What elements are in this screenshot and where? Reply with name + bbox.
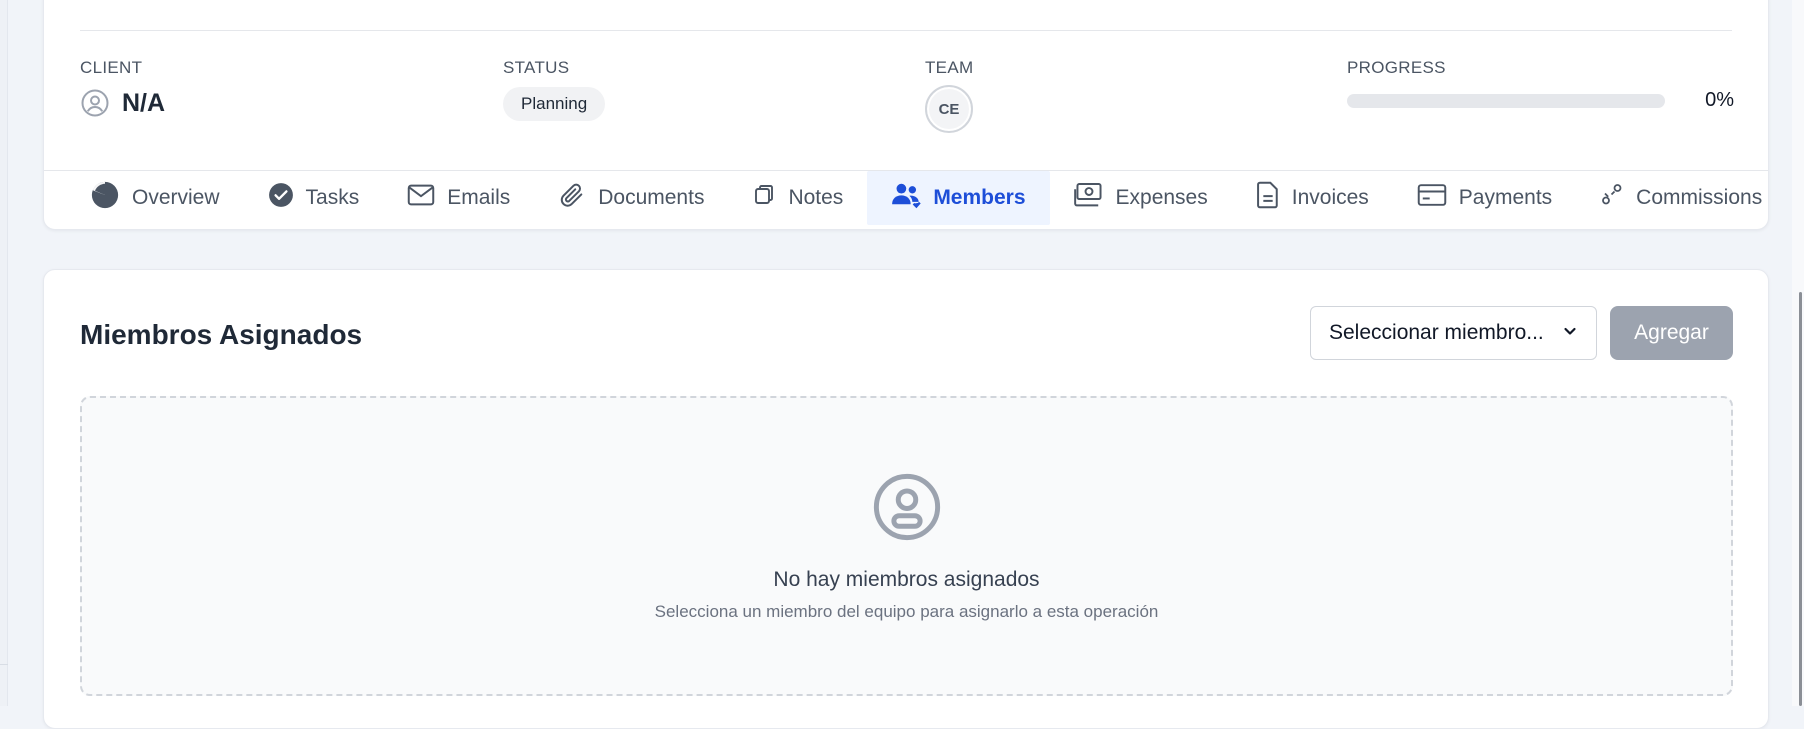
tab-label: Notes: [788, 186, 844, 209]
tab-bar: Overview Tasks Emails Documents Notes Me…: [44, 171, 1768, 230]
tab-notes[interactable]: Notes: [728, 171, 867, 225]
tab-label: Commissions: [1636, 186, 1763, 209]
tab-label: Overview: [132, 186, 220, 209]
user-circle-icon: [872, 472, 942, 547]
chevron-down-icon: [1562, 321, 1578, 345]
paperclip-icon: [558, 181, 598, 215]
empty-state-subtitle: Selecciona un miembro del equipo para as…: [654, 602, 1159, 621]
notes-icon: [752, 183, 788, 213]
tab-label: Expenses: [1115, 186, 1208, 209]
operation-summary-card: CLIENT N/A STATUS Planning TEAM CE PROGR…: [43, 0, 1769, 230]
team-label: TEAM: [925, 58, 974, 77]
status-label: STATUS: [503, 58, 570, 77]
credit-card-icon: [1417, 183, 1459, 213]
progress-percent: 0%: [1705, 89, 1734, 111]
empty-state-title: No hay miembros asignados: [773, 568, 1040, 591]
tab-payments[interactable]: Payments: [1393, 171, 1576, 225]
scrollbar-thumb[interactable]: [1799, 292, 1802, 706]
empty-state: No hay miembros asignados Selecciona un …: [80, 396, 1733, 696]
tab-label: Invoices: [1291, 186, 1369, 209]
add-member-button[interactable]: Agregar: [1610, 306, 1733, 360]
tab-invoices[interactable]: Invoices: [1232, 171, 1393, 225]
members-card: Miembros Asignados Seleccionar miembro..…: [43, 269, 1769, 729]
document-icon: [1256, 181, 1292, 215]
client-field: CLIENT N/A: [80, 59, 165, 118]
check-circle-icon: [268, 182, 306, 214]
commission-icon: [1600, 183, 1636, 213]
status-badge: Planning: [503, 87, 606, 121]
client-value: N/A: [122, 88, 166, 117]
tab-members[interactable]: Members: [867, 171, 1050, 225]
tab-label: Documents: [598, 186, 705, 209]
tab-label: Emails: [447, 186, 511, 209]
avatar[interactable]: CE: [925, 85, 973, 133]
member-select-value: Seleccionar miembro...: [1329, 321, 1544, 344]
tab-documents[interactable]: Documents: [534, 171, 728, 225]
tab-tasks[interactable]: Tasks: [244, 171, 384, 225]
page-left-edge: [0, 0, 8, 706]
tab-label: Members: [933, 186, 1026, 209]
tab-label: Tasks: [305, 186, 360, 209]
progress-bar: [1347, 93, 1665, 108]
tab-commissions[interactable]: Commissions: [1576, 171, 1786, 225]
progress-label: PROGRESS: [1347, 58, 1446, 77]
tab-overview[interactable]: Overview: [66, 171, 244, 225]
members-title: Miembros Asignados: [80, 319, 363, 350]
tab-emails[interactable]: Emails: [383, 171, 534, 225]
team-field: TEAM CE: [925, 59, 973, 133]
status-field: STATUS Planning: [503, 58, 606, 121]
users-icon: [891, 181, 933, 215]
tab-expenses[interactable]: Expenses: [1050, 171, 1232, 225]
member-select[interactable]: Seleccionar miembro...: [1310, 306, 1597, 360]
tab-label: Payments: [1458, 186, 1553, 209]
envelope-icon: [407, 183, 447, 213]
progress-field: PROGRESS 0%: [1347, 59, 1734, 112]
divider: [80, 30, 1732, 31]
user-circle-icon: [80, 88, 110, 118]
scrollbar[interactable]: [1792, 0, 1804, 706]
client-label: CLIENT: [80, 58, 143, 77]
cash-icon: [1073, 182, 1116, 214]
pie-chart-icon: [90, 180, 132, 216]
